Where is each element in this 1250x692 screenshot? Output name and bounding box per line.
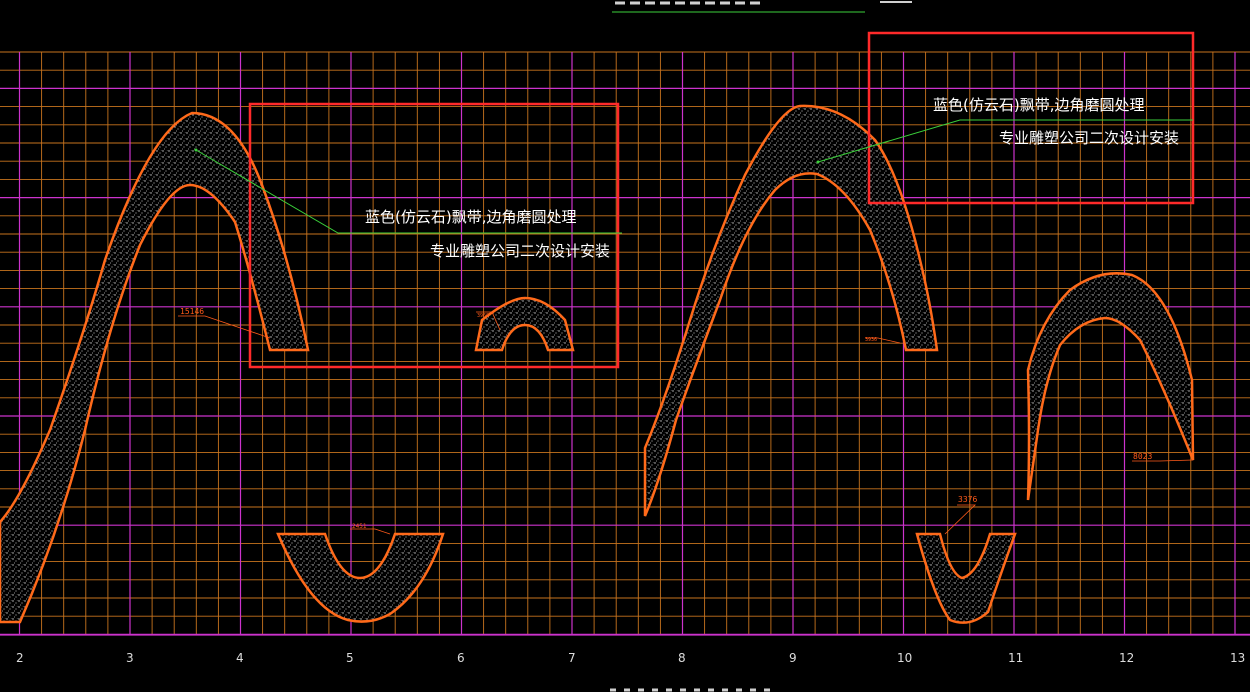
axis-label: 10 xyxy=(897,651,912,665)
axis-label: 9 xyxy=(789,651,797,665)
axis-label: 8 xyxy=(678,651,686,665)
axis-label: 6 xyxy=(457,651,465,665)
dimension-label-arch-right: 8023 xyxy=(1133,452,1152,461)
dimension-label-arch-small: 3966 xyxy=(477,313,489,319)
axis-label: 13 xyxy=(1230,651,1245,665)
dimension-label-cup-right: 3376 xyxy=(958,495,977,504)
annotation-left-line2: 专业雕塑公司二次设计安装 xyxy=(430,242,610,260)
axis-label: 12 xyxy=(1119,651,1134,665)
dimension-label-cup-left: 2451 xyxy=(352,523,367,530)
axis-label: 7 xyxy=(568,651,576,665)
axis-label: 2 xyxy=(16,651,24,665)
axis-label: 4 xyxy=(236,651,244,665)
annotation-right-line1: 蓝色(仿云石)飘带,边角磨圆处理 xyxy=(933,96,1144,114)
dimension-label-ribbon-b: 3936 xyxy=(865,337,877,343)
annotation-right-line2: 专业雕塑公司二次设计安装 xyxy=(999,129,1179,147)
axis-label: 5 xyxy=(346,651,354,665)
annotation-left-line1: 蓝色(仿云石)飘带,边角磨圆处理 xyxy=(365,208,576,226)
axis-label: 11 xyxy=(1008,651,1023,665)
cad-drawing-canvas[interactable]: 15146 3966 2451 3936 3376 8023 蓝色(仿云石)飘带… xyxy=(0,0,1250,692)
axis-label: 3 xyxy=(126,651,134,665)
dimension-label-ribbon-a: 15146 xyxy=(180,307,204,316)
